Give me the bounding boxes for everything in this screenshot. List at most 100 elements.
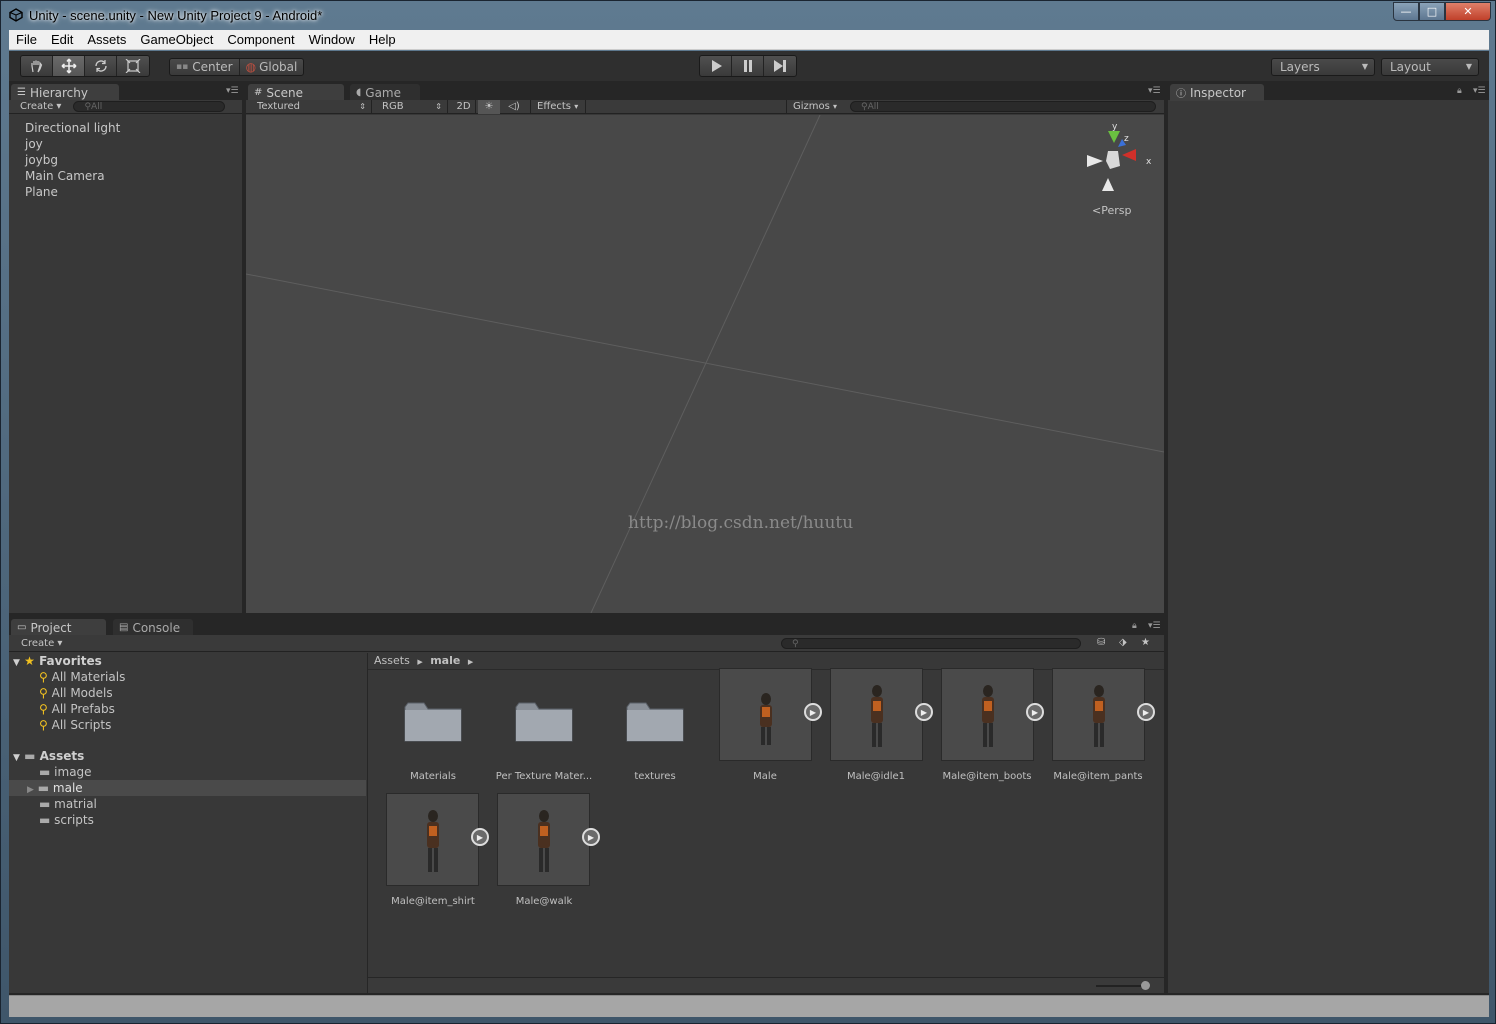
project-create-button[interactable]: Create ▾ (9, 638, 62, 649)
tab-console[interactable]: ▤ Console (113, 619, 193, 636)
editor-client: ▪▪ Center ◍ Global Layers ▼ Layout ▼ ☰ H… (9, 51, 1489, 1017)
lighting-toggle-button[interactable]: ☀ (478, 99, 500, 114)
project-search-input[interactable]: ⚲ (781, 638, 1081, 649)
project-create-label: Create (21, 637, 55, 649)
layout-dropdown[interactable]: Layout ▼ (1381, 58, 1479, 76)
play-animation-icon[interactable]: ▶ (915, 703, 933, 721)
hierarchy-item[interactable]: joybg (9, 152, 242, 168)
tab-hierarchy[interactable]: ☰ Hierarchy (11, 84, 119, 101)
lock-icon[interactable]: 🔒︎ (1132, 622, 1144, 631)
lock-icon[interactable]: 🔒︎ (1457, 87, 1469, 96)
favorite-item[interactable]: ⚲ All Materials (9, 669, 366, 685)
minimize-button[interactable]: — (1393, 2, 1419, 21)
render-mode-dropdown[interactable]: Textured ⇕ (248, 99, 372, 114)
play-button[interactable] (700, 56, 732, 76)
pivot-controls: ▪▪ Center ◍ Global (169, 58, 305, 76)
move-tool-button[interactable] (53, 56, 85, 76)
layout-label: Layout (1390, 60, 1431, 74)
favorite-star-icon[interactable]: ★ (1141, 637, 1150, 648)
pivot-global-label: Global (259, 60, 298, 74)
hierarchy-item[interactable]: joy (9, 136, 242, 152)
filter-label-icon[interactable]: ⬗ (1119, 637, 1127, 648)
scale-tool-button[interactable] (117, 56, 149, 76)
panel-menu-icon[interactable]: ▾☰ (1473, 87, 1486, 96)
play-animation-icon[interactable]: ▶ (471, 828, 489, 846)
favorite-item[interactable]: ⚲ All Scripts (9, 717, 366, 733)
folder-icon: ▬ (24, 749, 36, 763)
pivot-center-toggle[interactable]: ▪▪ Center (170, 59, 240, 75)
tab-inspector[interactable]: ⓘ Inspector (1170, 84, 1264, 101)
menu-component[interactable]: Component (220, 32, 301, 47)
transform-tools (20, 55, 150, 77)
hierarchy-search-input[interactable]: ⚲ All (73, 101, 226, 112)
axis-z-label: z (1124, 134, 1129, 144)
folder-icon: ▬ (39, 797, 51, 811)
scene-search-input[interactable]: ⚲ All (850, 101, 1156, 112)
step-button[interactable] (764, 56, 796, 76)
hand-icon (30, 60, 42, 73)
close-button[interactable]: ✕ (1445, 2, 1491, 21)
breadcrumb-male[interactable]: male (430, 654, 460, 667)
favorites-header[interactable]: ▼ ★ Favorites (9, 653, 366, 669)
favorite-item[interactable]: ⚲ All Prefabs (9, 701, 366, 717)
scene-grid-lines (246, 115, 1164, 613)
persp-text: Persp (1101, 204, 1132, 217)
play-animation-icon[interactable]: ▶ (804, 703, 822, 721)
filter-type-icon[interactable]: ⛁ (1097, 637, 1105, 648)
tab-project[interactable]: ▭ Project (11, 619, 106, 636)
menu-assets[interactable]: Assets (80, 32, 133, 47)
asset-folder-label: scripts (54, 813, 94, 827)
effects-dropdown[interactable]: Effects ▾ (530, 99, 586, 114)
panel-menu-icon[interactable]: ▾☰ (1148, 87, 1161, 96)
global-icon: ◍ (245, 60, 257, 74)
hierarchy-item[interactable]: Main Camera (9, 168, 242, 184)
favorites-label: Favorites (39, 654, 102, 668)
projection-label[interactable]: <Persp (1092, 204, 1131, 217)
project-footer (368, 977, 1164, 993)
menu-window[interactable]: Window (302, 32, 362, 47)
gizmos-dropdown[interactable]: Gizmos ▾ (786, 99, 846, 114)
scene-viewport[interactable]: y z x <Persp http://blog.csdn.net/huutu (246, 115, 1164, 613)
layers-label: Layers (1280, 60, 1320, 74)
breadcrumb-assets[interactable]: Assets (374, 654, 410, 667)
play-animation-icon[interactable]: ▶ (582, 828, 600, 846)
favorite-item[interactable]: ⚲ All Models (9, 685, 366, 701)
orientation-gizmo[interactable]: y z x (1078, 121, 1158, 201)
project-tabrow: ▭ Project ▤ Console 🔒︎ ▾☰ (9, 617, 1164, 636)
play-animation-icon[interactable]: ▶ (1137, 703, 1155, 721)
inspector-panel: ⓘ Inspector 🔒︎ ▾☰ (1168, 82, 1489, 993)
hierarchy-create-button[interactable]: Create ▾ (9, 101, 61, 112)
asset-folder-item[interactable]: ▬ matrial (9, 796, 366, 812)
rotate-tool-button[interactable] (85, 56, 117, 76)
info-icon: ⓘ (1176, 89, 1186, 100)
updown-arrow-icon: ⇕ (435, 101, 442, 111)
toggle-2d-button[interactable]: 2D (452, 99, 476, 114)
maximize-button[interactable]: □ (1419, 2, 1445, 21)
sun-icon: ☀ (484, 100, 494, 112)
play-animation-icon[interactable]: ▶ (1026, 703, 1044, 721)
panel-menu-icon[interactable]: ▾☰ (1148, 622, 1161, 631)
menu-help[interactable]: Help (362, 32, 403, 47)
color-mode-dropdown[interactable]: RGB ⇕ (374, 99, 448, 114)
tab-game[interactable]: ◖ Game (350, 84, 420, 101)
menu-gameobject[interactable]: GameObject (133, 32, 220, 47)
audio-toggle-button[interactable]: ◁) (502, 100, 526, 114)
hierarchy-item[interactable]: Plane (9, 184, 242, 200)
pivot-global-toggle[interactable]: ◍ Global (240, 59, 304, 75)
asset-folder-label: male (52, 781, 83, 795)
panel-menu-icon[interactable]: ▾☰ (226, 87, 239, 96)
pause-button[interactable] (732, 56, 764, 76)
asset-folder-item[interactable]: ▬ scripts (9, 812, 366, 828)
chevron-right-icon: ▶ (27, 785, 34, 795)
hand-tool-button[interactable] (21, 56, 53, 76)
tab-scene[interactable]: # Scene (248, 84, 344, 101)
menu-file[interactable]: File (9, 32, 44, 47)
search-icon: ⚲ (39, 670, 48, 684)
menu-edit[interactable]: Edit (44, 32, 80, 47)
icon-size-slider-thumb[interactable] (1141, 981, 1150, 990)
hierarchy-item[interactable]: Directional light (9, 120, 242, 136)
asset-folder-item[interactable]: ▬ image (9, 764, 366, 780)
asset-folder-item-selected[interactable]: ▶ ▬ male (9, 780, 366, 796)
assets-header[interactable]: ▼ ▬ Assets (9, 748, 366, 764)
layers-dropdown[interactable]: Layers ▼ (1271, 58, 1375, 76)
